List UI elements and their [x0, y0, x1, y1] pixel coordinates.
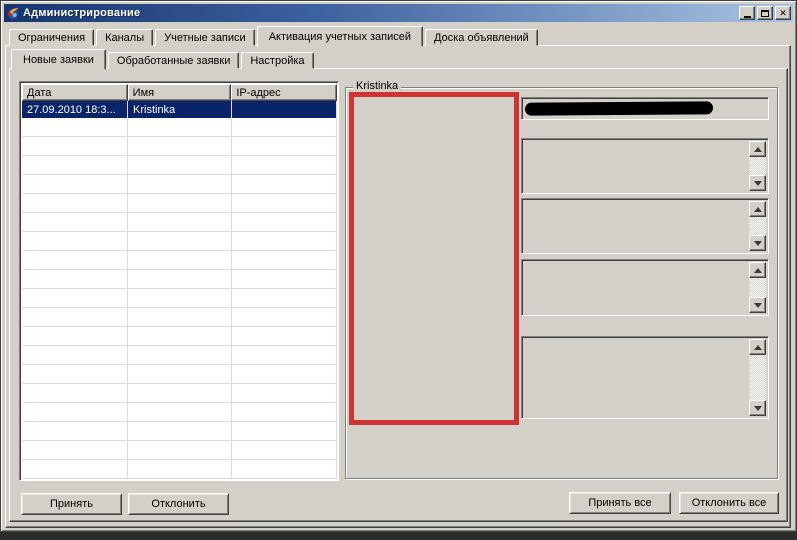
scroll-up-icon [754, 147, 762, 152]
decline-all-button[interactable]: Отклонить все [679, 492, 779, 514]
window-title: Администрирование [23, 7, 140, 19]
column-header-ip[interactable]: IP-адрес [231, 84, 337, 101]
scrollbar[interactable] [749, 201, 766, 251]
tab-accounts[interactable]: Учетные записи [155, 29, 255, 46]
table-header: Дата Имя IP-адрес [22, 84, 337, 101]
photo-redaction-box [349, 92, 519, 425]
desktop-background [0, 532, 797, 540]
scroll-up-button[interactable] [749, 339, 766, 355]
sub-tabstrip: Новые заявки Обработанные заявки Настрой… [11, 47, 316, 69]
titlebar[interactable]: Администрирование ✕ [4, 4, 793, 22]
tab-label: Ограничения [18, 32, 85, 44]
scroll-down-button[interactable] [749, 235, 766, 251]
scroll-down-button[interactable] [749, 297, 766, 313]
accept-button[interactable]: Принять [21, 493, 122, 515]
tab-label: Каналы [105, 32, 144, 44]
tab-new-requests[interactable]: Новые заявки [11, 49, 106, 70]
scroll-up-button[interactable] [749, 201, 766, 217]
decline-button[interactable]: Отклонить [128, 493, 229, 515]
scroll-down-icon [754, 241, 762, 246]
column-label: Дата [27, 87, 51, 99]
detail-textarea-1[interactable] [521, 138, 769, 194]
tab-restrictions[interactable]: Ограничения [9, 29, 94, 46]
scroll-down-icon [754, 406, 762, 411]
scrollbar[interactable] [749, 141, 766, 191]
scroll-up-icon [754, 207, 762, 212]
minimize-button[interactable] [739, 6, 755, 20]
tab-label: Активация учетных записей [269, 31, 411, 43]
scrollbar[interactable] [749, 339, 766, 416]
column-header-date[interactable]: Дата [22, 84, 128, 101]
scrollbar[interactable] [749, 262, 766, 313]
detail-textarea-2[interactable] [521, 198, 769, 254]
scroll-up-button[interactable] [749, 262, 766, 278]
close-icon: ✕ [779, 9, 787, 18]
minimize-icon [744, 16, 751, 18]
tab-label: Доска объявлений [434, 32, 529, 44]
table-row[interactable]: 27.09.2010 18:3... Kristinka [22, 101, 337, 118]
button-label: Отклонить [151, 498, 205, 510]
grid-line [231, 101, 232, 479]
app-icon[interactable] [6, 6, 20, 20]
scroll-up-icon [754, 345, 762, 350]
maximize-icon [761, 10, 769, 17]
cell-name: Kristinka [128, 104, 232, 116]
tab-bulletin-board[interactable]: Доска объявлений [425, 29, 538, 46]
detail-textarea-4[interactable] [521, 336, 769, 419]
grid-line [336, 101, 337, 479]
cell-date: 27.09.2010 18:3... [22, 104, 128, 116]
maximize-button[interactable] [757, 6, 773, 20]
button-label: Принять все [588, 497, 651, 509]
tab-label: Настройка [250, 55, 304, 67]
button-label: Отклонить все [692, 497, 767, 509]
scroll-up-icon [754, 268, 762, 273]
tab-settings[interactable]: Настройка [241, 52, 313, 69]
requests-table: Дата Имя IP-адрес 27.09.2010 18:3... Kri… [19, 81, 339, 481]
scroll-down-button[interactable] [749, 175, 766, 191]
column-label: IP-адрес [236, 87, 280, 99]
scroll-down-button[interactable] [749, 400, 766, 416]
tab-label: Учетные записи [164, 32, 246, 44]
login-redaction-scribble [525, 101, 713, 115]
main-tabstrip: Ограничения Каналы Учетные записи Актива… [9, 25, 540, 46]
tab-account-activation[interactable]: Активация учетных записей [257, 26, 423, 47]
button-label: Принять [50, 498, 93, 510]
tab-processed-requests[interactable]: Обработанные заявки [108, 52, 239, 69]
grid-line [127, 101, 128, 479]
login-field[interactable] [521, 97, 769, 120]
accept-all-button[interactable]: Принять все [569, 492, 671, 514]
tab-channels[interactable]: Каналы [96, 29, 153, 46]
detail-textarea-3[interactable] [521, 259, 769, 316]
app-window: Администрирование ✕ Ограничения Каналы У… [0, 0, 797, 532]
scroll-down-icon [754, 181, 762, 186]
empty-rows-grid [22, 118, 337, 479]
tab-label: Новые заявки [23, 54, 94, 66]
requests-table-inner: Дата Имя IP-адрес 27.09.2010 18:3... Kri… [22, 84, 337, 479]
groupbox-label: Kristinka [353, 80, 401, 92]
column-label: Имя [133, 87, 154, 99]
scroll-down-icon [754, 303, 762, 308]
tab-label: Обработанные заявки [117, 55, 230, 67]
column-header-name[interactable]: Имя [128, 84, 232, 101]
close-button[interactable]: ✕ [775, 6, 791, 20]
scroll-up-button[interactable] [749, 141, 766, 157]
